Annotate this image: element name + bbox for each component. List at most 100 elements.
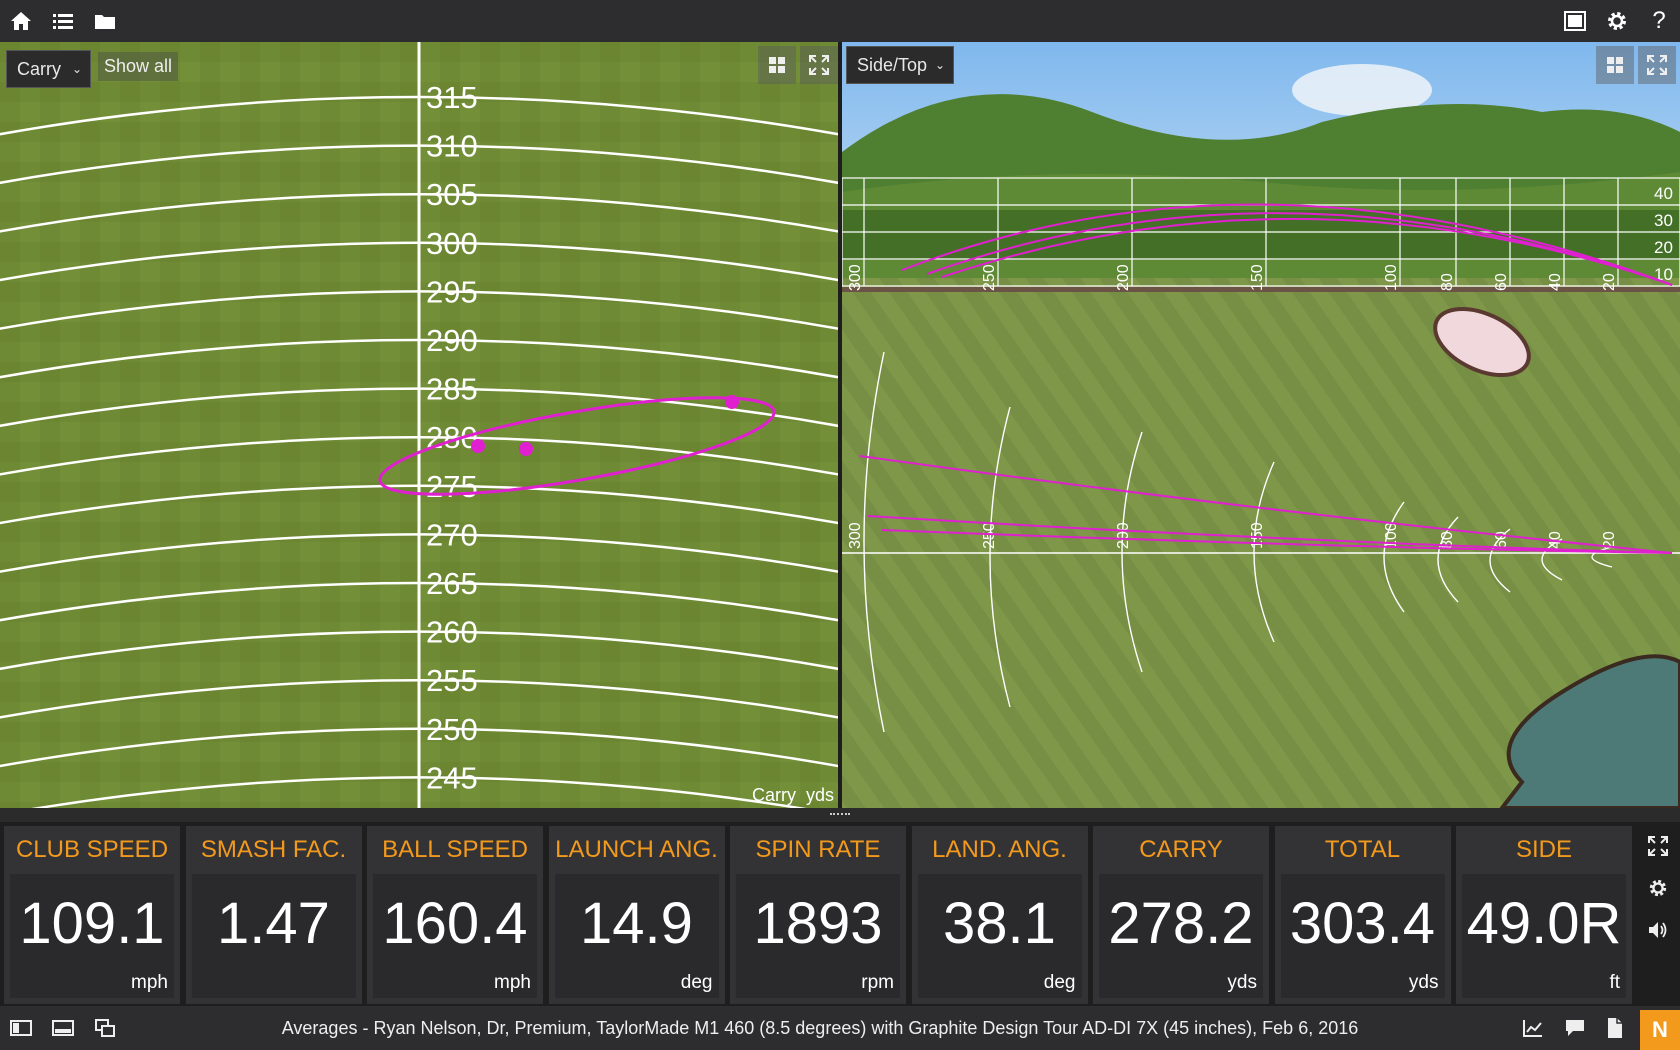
- carry-unit-label: Carry yds: [751, 785, 834, 805]
- metric-value-box: 303.4 yds: [1280, 874, 1445, 998]
- fullscreen-button[interactable]: [1638, 46, 1676, 84]
- panel-left-icon: [10, 1020, 32, 1036]
- metric-value-box: 1.47: [191, 874, 356, 998]
- metric-label-carry: CARRY: [1139, 836, 1223, 863]
- metric-label-spin-rate: SPIN RATE: [755, 836, 881, 863]
- layout-button[interactable]: [1596, 46, 1634, 84]
- home-button[interactable]: [6, 6, 36, 36]
- height-label: 40: [1654, 184, 1673, 203]
- toggle-bottom-panel-button[interactable]: [48, 1013, 78, 1043]
- shot-marker[interactable]: [725, 395, 739, 409]
- metric-label-total: TOTAL: [1324, 836, 1401, 863]
- expand-icon: [809, 55, 829, 75]
- metric-label-land-ang: LAND. ANG.: [932, 836, 1067, 863]
- metric-tile[interactable]: CARRY 278.2 yds: [1093, 826, 1269, 1004]
- expand-icon: [1648, 836, 1668, 856]
- app-window: ? 315 310 305 300 295 290 285 280 275 270 265 260 25…: [0, 0, 1680, 1050]
- distance-label: 200: [1115, 264, 1132, 291]
- metric-tile[interactable]: BALL SPEED 160.4 mph: [367, 826, 543, 1004]
- grip-icon: [830, 813, 850, 816]
- distance-label: 20: [1601, 273, 1618, 291]
- distance-label: 150: [1249, 264, 1266, 291]
- display-button[interactable]: [1560, 6, 1590, 36]
- yardage-label: 310: [426, 129, 478, 164]
- list-button[interactable]: [48, 6, 78, 36]
- document-icon: [1608, 1018, 1622, 1038]
- height-label: 20: [1654, 238, 1673, 257]
- status-text: Averages - Ryan Nelson, Dr, Premium, Tay…: [281, 1018, 1359, 1038]
- report-button[interactable]: [1600, 1013, 1630, 1043]
- metric-unit: mph: [131, 972, 168, 993]
- help-icon: ?: [1652, 7, 1666, 34]
- distance-label: 60: [1493, 273, 1510, 291]
- metric-value: 49.0R: [1466, 891, 1622, 956]
- sound-button[interactable]: [1640, 912, 1676, 948]
- carry-dispersion-canvas[interactable]: 315 310 305 300 295 290 285 280 275 270 265 260 255 2…: [0, 42, 838, 808]
- metric-value: 14.9: [580, 891, 693, 956]
- distance-label: 150: [1249, 522, 1266, 549]
- speaker-icon: [1649, 922, 1667, 938]
- messages-button[interactable]: [1560, 1013, 1590, 1043]
- panel-bottom-icon: [52, 1020, 74, 1036]
- metric-unit: ft: [1609, 972, 1620, 993]
- distance-label: 250: [981, 522, 998, 549]
- metric-label-smash-fac: SMASH FAC.: [200, 836, 347, 863]
- tree-line: [842, 210, 1680, 260]
- chart-button[interactable]: [1518, 1013, 1548, 1043]
- yardage-label: 250: [426, 712, 478, 747]
- view-selector-value: Side/Top: [857, 54, 928, 75]
- distance-label: 100: [1383, 264, 1400, 291]
- metric-value-box: 278.2 yds: [1099, 874, 1263, 998]
- settings-button[interactable]: [1602, 6, 1632, 36]
- metric-value: 1.47: [217, 891, 330, 956]
- metric-value-box: 49.0R ft: [1462, 874, 1626, 998]
- trajectory-view[interactable]: 300 300 250 250 200 200 150 150 100 100 80 80 60 60 40…: [842, 42, 1680, 808]
- metric-value: 303.4: [1289, 891, 1436, 956]
- metric-tile[interactable]: SIDE 49.0R ft: [1456, 826, 1632, 1004]
- metric-value-box: 1893 rpm: [736, 874, 900, 998]
- yardage-label: 295: [426, 274, 478, 309]
- grid-icon: [1607, 57, 1623, 73]
- view-selector[interactable]: Side/Top ⌄: [846, 46, 954, 84]
- metric-tile[interactable]: CLUB SPEED 109.1 mph: [4, 826, 180, 1004]
- metric-label-side: SIDE: [1515, 836, 1572, 863]
- chart-icon: [1523, 1020, 1542, 1037]
- windows-button[interactable]: [90, 1013, 120, 1043]
- metric-tile[interactable]: LAND. ANG. 38.1 deg: [911, 826, 1088, 1004]
- yardage-label: 300: [426, 226, 478, 261]
- home-icon: [11, 12, 31, 30]
- metrics-fullscreen-button[interactable]: [1640, 828, 1676, 864]
- show-all-button[interactable]: Show all: [98, 52, 179, 81]
- display-icon: [1564, 11, 1586, 31]
- shot-marker[interactable]: [471, 439, 485, 453]
- carry-selector[interactable]: Carry ⌄: [6, 50, 91, 88]
- metric-label-club-speed: CLUB SPEED: [15, 836, 169, 863]
- folder-icon: [95, 15, 115, 29]
- shot-marker[interactable]: [519, 442, 533, 456]
- list-icon: [53, 14, 73, 29]
- fullscreen-button[interactable]: [800, 46, 838, 84]
- metric-tile[interactable]: SMASH FAC. 1.47: [185, 826, 362, 1004]
- distance-label: 300: [847, 264, 864, 291]
- distance-label: 250: [981, 264, 998, 291]
- metrics-settings-button[interactable]: [1640, 870, 1676, 906]
- distance-label: 300: [847, 522, 864, 549]
- carry-dispersion-view[interactable]: 315 310 305 300 295 290 285 280 275 270 265 260 255 2…: [0, 42, 838, 808]
- layout-button[interactable]: [758, 46, 796, 84]
- yardage-label: 315: [426, 80, 478, 115]
- metric-tile[interactable]: SPIN RATE 1893 rpm: [730, 826, 906, 1004]
- metric-tile[interactable]: LAUNCH ANG. 14.9 deg: [548, 826, 725, 1004]
- horizontal-splitter[interactable]: [0, 808, 1680, 822]
- toggle-left-panel-button[interactable]: [6, 1013, 36, 1043]
- trajectory-canvas[interactable]: 3003002502502002001501501001008080606040…: [842, 42, 1680, 808]
- notification-badge[interactable]: N: [1640, 1010, 1680, 1050]
- folder-button[interactable]: [90, 6, 120, 36]
- metric-unit: yds: [1408, 972, 1439, 993]
- distance-label: 80: [1439, 273, 1456, 291]
- yardage-label: 265: [426, 566, 478, 601]
- gear-icon: [1649, 879, 1667, 897]
- metric-value: 278.2: [1108, 891, 1254, 956]
- yardage-label: 270: [426, 517, 478, 552]
- help-button[interactable]: ?: [1644, 6, 1674, 36]
- metric-tile[interactable]: TOTAL 303.4 yds: [1274, 826, 1451, 1004]
